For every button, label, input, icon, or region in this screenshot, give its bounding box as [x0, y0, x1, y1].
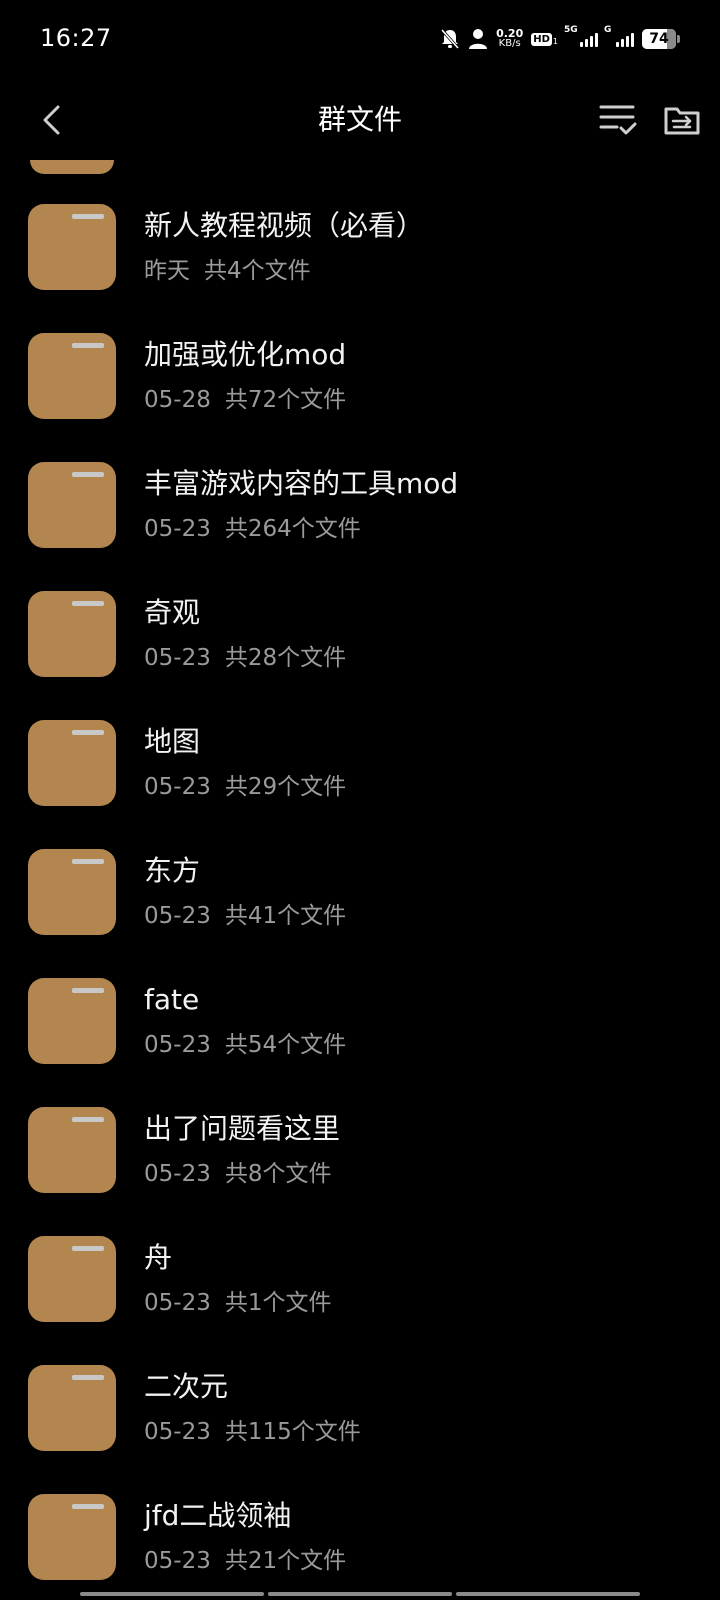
folder-name: 加强或优化mod: [144, 338, 347, 371]
folder-file-count: 共54个文件: [224, 1032, 347, 1058]
folder-icon: [28, 978, 116, 1064]
folder-list[interactable]: 新人教程视频（必看） 昨天 共4个文件加强或优化mod 05-28 共72个文件丰富游戏…: [0, 160, 720, 1590]
folder-meta: 05-28 共72个文件: [144, 383, 346, 417]
folder-meta: 05-23 共54个文件: [144, 1028, 346, 1062]
folder-item[interactable]: 地图 05-23 共29个文件: [0, 720, 720, 849]
folder-icon: [28, 849, 116, 935]
folder-item[interactable]: jfd二战领袖 05-23 共21个文件: [0, 1494, 720, 1590]
folder-name: 新人教程视频（必看）: [144, 209, 425, 242]
hd-voice-icon: HD 1: [531, 32, 558, 46]
folder-name: 东方: [144, 854, 201, 887]
folder-name: 奇观: [144, 596, 201, 629]
folder-item[interactable]: 东方 05-23 共41个文件: [0, 849, 720, 978]
folder-name: 二次元: [144, 1370, 229, 1403]
folder-icon: [28, 204, 116, 290]
network-speed-unit: KB/s: [498, 38, 521, 49]
folder-file-count: 共1个文件: [224, 1290, 332, 1316]
folder-meta: 05-23 共115个文件: [144, 1415, 361, 1449]
folder-date: 05-23: [144, 1161, 211, 1187]
battery-percent: 74: [649, 31, 669, 47]
folder-file-count: 共41个文件: [224, 903, 347, 929]
folder-date: 05-28: [144, 387, 211, 413]
battery-icon: 74: [642, 29, 680, 49]
signal-g-icon: G: [604, 25, 634, 47]
folder-meta: 05-23 共41个文件: [144, 899, 346, 933]
signal-5g-label: 5G: [564, 25, 578, 35]
folder-date: 05-23: [144, 774, 211, 800]
folder-file-count: 共29个文件: [224, 774, 347, 800]
folder-icon: [28, 720, 116, 806]
folder-date: 05-23: [144, 516, 211, 542]
folder-meta: 05-23 共264个文件: [144, 512, 361, 546]
folder-file-count: 共115个文件: [224, 1419, 361, 1445]
sort-button[interactable]: [596, 94, 640, 146]
folder-icon: [28, 1236, 116, 1322]
folder-name: 舟: [144, 1241, 173, 1274]
folder-icon: [28, 1107, 116, 1193]
folder-date: 05-23: [144, 1548, 211, 1574]
folder-date: 05-23: [144, 1290, 211, 1316]
signal-5g-icon: 5G: [564, 25, 598, 47]
folder-date: 05-23: [144, 1419, 211, 1445]
folder-item[interactable]: 奇观 05-23 共28个文件: [0, 591, 720, 720]
status-icons: 0.20 KB/s HD 1 5G G 74: [440, 25, 680, 52]
hd-label: HD: [531, 32, 552, 46]
folder-item[interactable]: 二次元 05-23 共115个文件: [0, 1365, 720, 1494]
sort-check-icon: [599, 105, 637, 135]
network-speed: 0.20 KB/s: [496, 28, 523, 49]
folder-meta: 05-23 共29个文件: [144, 770, 346, 804]
folder-icon: [28, 333, 116, 419]
folder-item[interactable]: 加强或优化mod 05-28 共72个文件: [0, 333, 720, 462]
signal-g-label: G: [604, 25, 612, 35]
folder-icon: [28, 1494, 116, 1580]
folder-date: 昨天: [144, 258, 190, 284]
folder-icon: [30, 160, 114, 174]
folder-name: jfd二战领袖: [144, 1499, 292, 1532]
folder-meta: 昨天 共4个文件: [144, 254, 311, 288]
folder-item[interactable]: 丰富游戏内容的工具mod 05-23 共264个文件: [0, 462, 720, 591]
folder-meta: 05-23 共1个文件: [144, 1286, 331, 1320]
folder-meta: 05-23 共28个文件: [144, 641, 346, 675]
folder-name: 地图: [144, 725, 201, 758]
folder-date: 05-23: [144, 903, 211, 929]
folder-name: fate: [144, 983, 200, 1016]
folder-move-icon: [664, 107, 700, 135]
folder-icon: [28, 591, 116, 677]
folder-name: 出了问题看这里: [144, 1112, 341, 1145]
folder-date: 05-23: [144, 1032, 211, 1058]
folder-file-count: 共264个文件: [224, 516, 361, 542]
folder-item[interactable]: 舟 05-23 共1个文件: [0, 1236, 720, 1365]
hd-sub: 1: [552, 36, 558, 46]
folder-file-count: 共28个文件: [224, 645, 347, 671]
folder-icon: [28, 1365, 116, 1451]
folder-file-count: 共21个文件: [224, 1548, 347, 1574]
folder-item[interactable]: 出了问题看这里 05-23 共8个文件: [0, 1107, 720, 1236]
folder-file-count: 共4个文件: [204, 258, 311, 284]
status-time: 16:27: [40, 24, 112, 52]
folder-meta: 05-23 共21个文件: [144, 1544, 346, 1578]
status-bar: 16:27 0.20 KB/s HD 1 5G G 74: [0, 0, 720, 80]
folder-item[interactable]: 新人教程视频（必看） 昨天 共4个文件: [0, 204, 720, 333]
folder-date: 05-23: [144, 645, 211, 671]
folder-file-count: 共8个文件: [224, 1161, 332, 1187]
folder-meta: 05-23 共8个文件: [144, 1157, 331, 1191]
user-icon: [468, 28, 488, 50]
folder-name: 丰富游戏内容的工具mod: [144, 467, 459, 500]
bell-muted-icon: [440, 28, 460, 50]
folder-item[interactable]: fate 05-23 共54个文件: [0, 978, 720, 1107]
folder-file-count: 共72个文件: [224, 387, 347, 413]
header-bar: 群文件: [0, 80, 720, 160]
move-folder-button[interactable]: [660, 94, 704, 146]
folder-icon: [28, 462, 116, 548]
home-indicator[interactable]: [80, 1592, 640, 1596]
